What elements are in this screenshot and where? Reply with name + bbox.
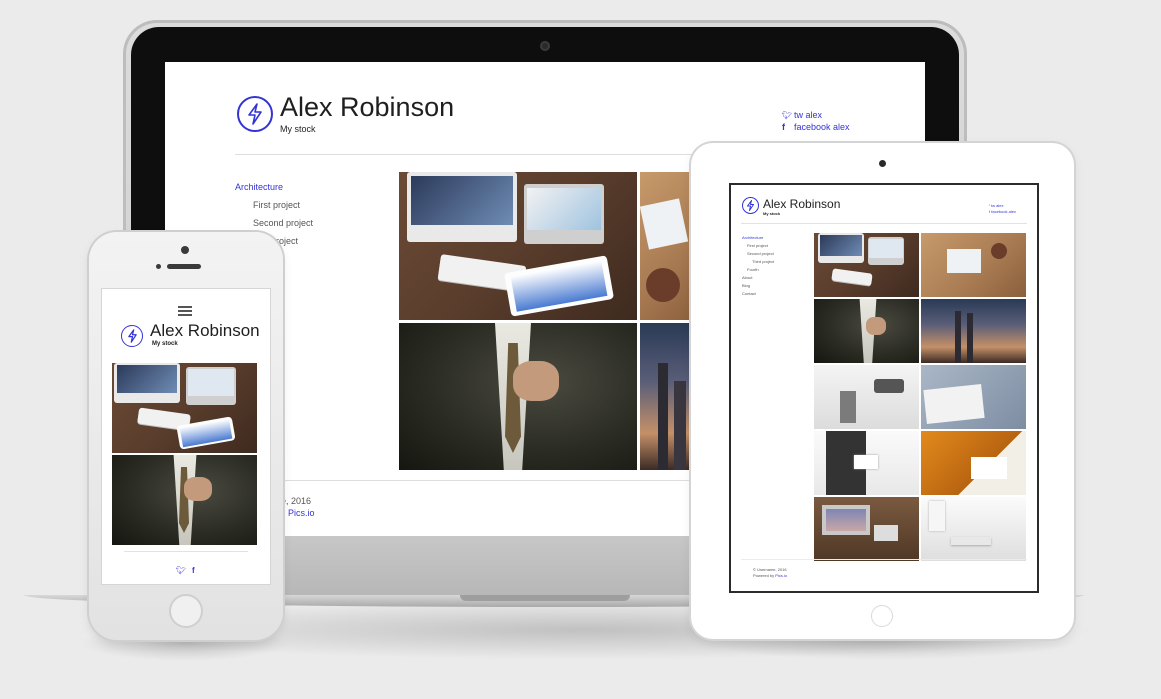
laptop-camera — [540, 41, 550, 51]
twitter-icon[interactable]: 🐦︎ — [176, 566, 186, 575]
photo-laptop-tablet[interactable] — [814, 497, 919, 561]
social-facebook[interactable]: f facebook alex — [989, 209, 1016, 214]
photo-business-newspaper[interactable] — [921, 365, 1026, 429]
photo-man-suit[interactable] — [814, 299, 919, 363]
social-facebook[interactable]: f facebook alex — [782, 122, 850, 132]
site-subtitle: My stock — [152, 341, 178, 347]
photo-desk-devices[interactable] — [112, 363, 257, 453]
nav-item-second-project[interactable]: Second project — [747, 251, 774, 256]
site-title[interactable]: Alex Robinson — [280, 92, 454, 123]
nav-item-about[interactable]: About — [742, 275, 752, 280]
photo-man-suit[interactable] — [112, 455, 257, 545]
phone-screen: Alex Robinson My stock 🐦︎ f — [102, 289, 270, 584]
facebook-icon: f — [782, 122, 785, 132]
hamburger-menu-icon[interactable] — [178, 306, 192, 318]
logo-icon[interactable] — [237, 96, 273, 132]
phone-speaker — [167, 264, 201, 269]
logo-icon[interactable] — [742, 197, 759, 214]
social-twitter[interactable]: ᵗ tw alex — [989, 203, 1003, 208]
nav-item-blog[interactable]: Blog — [742, 283, 750, 288]
photo-desk-devices[interactable] — [399, 172, 637, 320]
footer-divider — [741, 559, 1027, 560]
laptop-notch — [460, 595, 630, 601]
footer-divider — [124, 551, 248, 552]
footer-powered-link[interactable]: Pics.io — [288, 508, 315, 518]
site-title[interactable]: Alex Robinson — [763, 197, 840, 211]
twitter-icon: 🐦︎ — [782, 111, 793, 120]
tablet-screen: Alex Robinson My stock ᵗ tw alex f faceb… — [731, 185, 1037, 591]
phone-camera — [181, 246, 189, 254]
photo-business-card[interactable] — [814, 431, 919, 495]
nav-item-fourth[interactable]: Fourth — [747, 267, 759, 272]
tablet-home-button[interactable] — [871, 605, 893, 627]
site-subtitle: My stock — [280, 124, 316, 134]
nav-item-contact[interactable]: Contact — [742, 291, 756, 296]
photo-flatlay[interactable] — [921, 233, 1026, 297]
nav-item-third-project[interactable]: Third project — [752, 259, 774, 264]
photo-man-suit[interactable] — [399, 323, 637, 470]
footer-copyright: e, 2016 — [281, 496, 312, 506]
logo-icon[interactable] — [121, 325, 143, 347]
header-divider — [741, 223, 1027, 224]
social-twitter[interactable]: 🐦︎ tw alex — [782, 110, 822, 120]
nav-item-first-project[interactable]: First project — [747, 243, 768, 248]
footer-powered-link[interactable]: Pics.io — [775, 573, 787, 578]
phone-home-button[interactable] — [169, 594, 203, 628]
site-title[interactable]: Alex Robinson — [150, 321, 260, 341]
photo-notebook-writing[interactable] — [921, 431, 1026, 495]
photo-desk-devices[interactable] — [814, 233, 919, 297]
footer-copyright: © Username, 2016 — [753, 567, 787, 572]
site-subtitle: My stock — [763, 211, 781, 216]
footer-powered: Powered by Pics.io — [753, 573, 788, 578]
facebook-icon[interactable]: f — [192, 566, 195, 575]
photo-pens-cup[interactable] — [814, 365, 919, 429]
photo-white-desk[interactable] — [921, 497, 1026, 561]
phone-sensor — [156, 264, 161, 269]
nav-item-second-project[interactable]: Second project — [253, 218, 313, 228]
nav-item-architecture[interactable]: Architecture — [742, 235, 763, 240]
photo-city-skyline[interactable] — [921, 299, 1026, 363]
tablet-camera — [879, 160, 886, 167]
nav-item-architecture[interactable]: Architecture — [235, 182, 283, 192]
nav-item-first-project[interactable]: First project — [253, 200, 300, 210]
